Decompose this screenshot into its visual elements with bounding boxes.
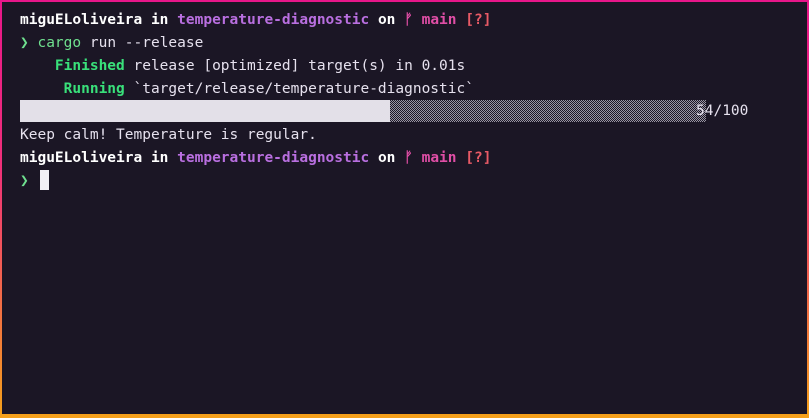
- prompt-directory: temperature-diagnostic: [177, 150, 370, 166]
- command-program: cargo: [37, 35, 82, 51]
- git-branch-icon: ᚠ: [404, 12, 413, 28]
- prompt-chevron-icon: ❯: [20, 35, 29, 51]
- output-message: Keep calm! Temperature is regular.: [20, 127, 317, 143]
- running-line: Running `target/release/temperature-diag…: [20, 79, 474, 99]
- prompt-branch: main: [421, 12, 457, 28]
- prompt-in-word: in: [150, 12, 169, 28]
- input-line[interactable]: ❯: [20, 171, 29, 191]
- text-cursor: [40, 170, 49, 190]
- prompt-chevron-icon: ❯: [20, 173, 29, 189]
- running-text: `target/release/temperature-diagnostic`: [124, 81, 474, 97]
- prompt-on-word: on: [377, 12, 396, 28]
- command-line: ❯ cargo run --release: [20, 33, 203, 53]
- prompt-on-word: on: [377, 150, 396, 166]
- prompt-user: miguELoliveira: [20, 12, 143, 28]
- prompt-git-status: [?]: [465, 12, 492, 28]
- running-label: Running: [63, 81, 125, 97]
- finished-line: Finished release [optimized] target(s) i…: [20, 56, 465, 76]
- message-line: Keep calm! Temperature is regular.: [20, 125, 317, 145]
- prompt-in-word: in: [150, 150, 169, 166]
- finished-text: release [optimized] target(s) in 0.01s: [124, 58, 466, 74]
- progress-label: 54/100: [696, 103, 749, 119]
- progress-fill: [20, 100, 390, 122]
- prompt-branch: main: [421, 150, 457, 166]
- progress-bar: [20, 100, 706, 122]
- prompt-directory: temperature-diagnostic: [177, 12, 370, 28]
- finished-label: Finished: [54, 58, 125, 74]
- prompt-git-status: [?]: [465, 150, 492, 166]
- prompt-line-1: miguELoliveira in temperature-diagnostic…: [20, 10, 491, 30]
- prompt-line-2: miguELoliveira in temperature-diagnostic…: [20, 148, 491, 168]
- command-args: run --release: [81, 35, 204, 51]
- git-branch-icon: ᚠ: [404, 150, 413, 166]
- prompt-user: miguELoliveira: [20, 150, 143, 166]
- terminal-window[interactable]: miguELoliveira in temperature-diagnostic…: [2, 2, 807, 414]
